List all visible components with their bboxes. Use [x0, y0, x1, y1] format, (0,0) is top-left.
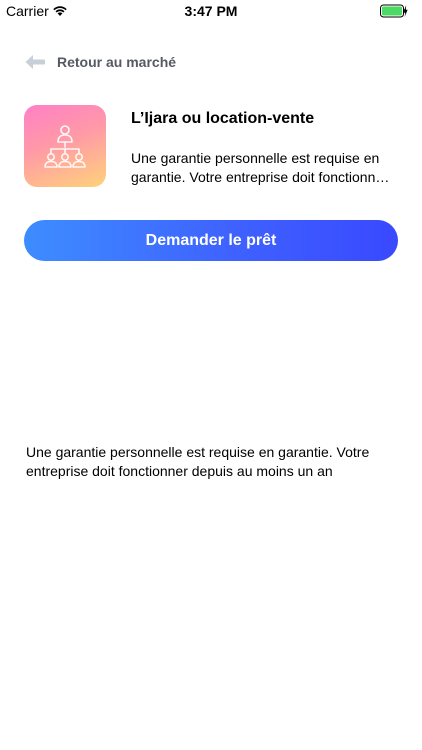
product-icon-tile [24, 105, 106, 187]
product-short-description: Une garantie personnelle est requise en … [131, 150, 388, 185]
back-label: Retour au marché [57, 54, 177, 70]
battery-charging-icon [380, 4, 408, 18]
arrow-left-icon [25, 55, 45, 69]
product-title: L’Ijara ou location-vente [131, 110, 315, 127]
status-bar: Carrier 3:47 PM [0, 0, 422, 22]
product-details-text: Une garantie personnelle est requise en … [26, 444, 370, 479]
network-users-icon [44, 125, 86, 168]
back-button[interactable]: Retour au marché [24, 50, 176, 74]
status-time: 3:47 PM [184, 3, 238, 19]
request-loan-button[interactable]: Demander le prêt [24, 220, 398, 261]
